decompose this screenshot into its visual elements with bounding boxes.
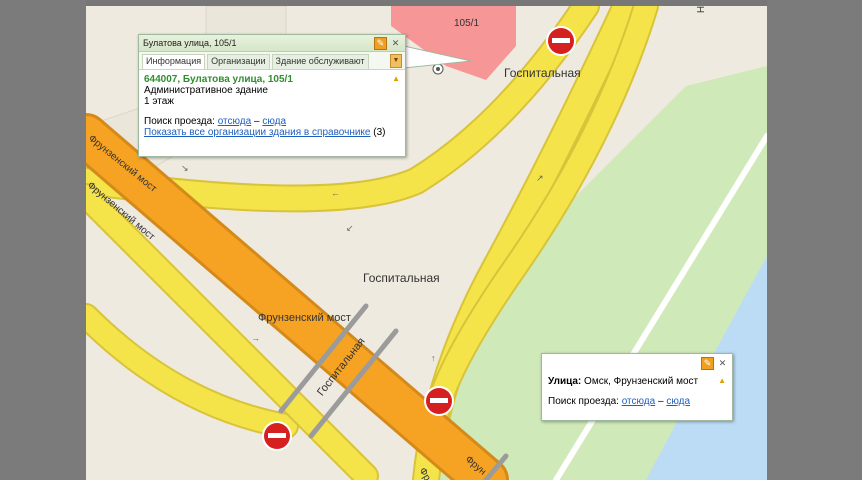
map-canvas[interactable]: ← → ↙ ↗ ↑ ↘ 105/1 Н Госпитальная Госпита… <box>86 6 767 480</box>
right-border <box>767 0 862 480</box>
svg-text:→: → <box>251 333 260 343</box>
popup-header: Булатова улица, 105/1 ✎ ✕ <box>139 35 405 52</box>
building-floors: 1 этаж <box>144 96 174 107</box>
route-dash: – <box>657 396 664 407</box>
popup-body: 644007, Булатова улица, 105/1 ▲ Админист… <box>139 70 405 138</box>
route-to-link[interactable]: сюда <box>666 396 690 407</box>
building-info-popup[interactable]: Булатова улица, 105/1 ✎ ✕ Информация Орг… <box>138 34 406 157</box>
route-label: Поиск проезда: <box>548 396 619 407</box>
svg-text:↙: ↙ <box>346 223 354 233</box>
route-to-link[interactable]: сюда <box>262 116 286 127</box>
building-type: Административное здание <box>144 85 268 96</box>
show-orgs-link[interactable]: Показать все организации здания в справо… <box>144 127 370 138</box>
street-label-gospitalnaya: Госпитальная <box>504 66 581 80</box>
corner-letter-label: Н <box>696 6 708 14</box>
direction-arrow: ← <box>331 188 340 198</box>
pin-icon[interactable]: ✎ <box>701 356 714 370</box>
street-label-gospitalnaya: Госпитальная <box>363 271 440 285</box>
tab-building-services[interactable]: Здание обслуживают <box>271 54 369 69</box>
route-from-link[interactable]: отсюда <box>622 396 656 407</box>
route-search: Поиск проезда: отсюда – сюда <box>144 116 400 127</box>
popup-tabs: Информация Организации Здание обслуживаю… <box>139 52 405 70</box>
building-address: 644007, Булатова улица, 105/1 <box>144 74 293 85</box>
pin-icon[interactable]: ✎ <box>374 36 387 50</box>
street-info-popup[interactable]: ✎ ✕ Улица: Омск, Фрунзенский мост ▲ Поис… <box>541 353 733 421</box>
route-dash: – <box>253 116 260 127</box>
screen: ← → ↙ ↗ ↑ ↘ 105/1 Н Госпитальная Госпита… <box>0 0 862 480</box>
warning-icon[interactable]: ▲ <box>718 376 726 387</box>
no-entry-sign-icon <box>262 421 292 451</box>
street-label-frunzensky-most: Фрунзенский мост <box>258 312 351 324</box>
svg-text:↑: ↑ <box>431 353 436 363</box>
tab-information[interactable]: Информация <box>142 54 206 69</box>
close-icon[interactable]: ✕ <box>390 38 401 49</box>
building-number-label: 105/1 <box>454 18 480 29</box>
chevron-down-icon[interactable]: ▼ <box>390 54 402 68</box>
route-label: Поиск проезда: <box>144 116 215 127</box>
no-entry-sign-icon <box>546 26 576 56</box>
street-popup-body: Улица: Омск, Фрунзенский мост ▲ Поиск пр… <box>542 370 732 407</box>
tab-organizations[interactable]: Организации <box>207 54 270 69</box>
svg-text:↗: ↗ <box>536 173 544 183</box>
street-value: Омск, Фрунзенский мост <box>584 376 699 387</box>
close-icon[interactable]: ✕ <box>717 358 728 369</box>
left-border <box>0 0 86 480</box>
svg-text:↘: ↘ <box>181 163 189 173</box>
street-label: Улица: <box>548 376 582 387</box>
popup-title: Булатова улица, 105/1 <box>143 38 237 48</box>
show-orgs-row: Показать все организации здания в справо… <box>144 127 400 138</box>
street-popup-header: ✎ ✕ <box>542 354 732 370</box>
warning-icon[interactable]: ▲ <box>392 74 400 85</box>
route-from-link[interactable]: отсюда <box>218 116 252 127</box>
no-entry-sign-icon <box>424 386 454 416</box>
street-route-search: Поиск проезда: отсюда – сюда <box>548 396 726 407</box>
orgs-count: (3) <box>373 127 386 138</box>
